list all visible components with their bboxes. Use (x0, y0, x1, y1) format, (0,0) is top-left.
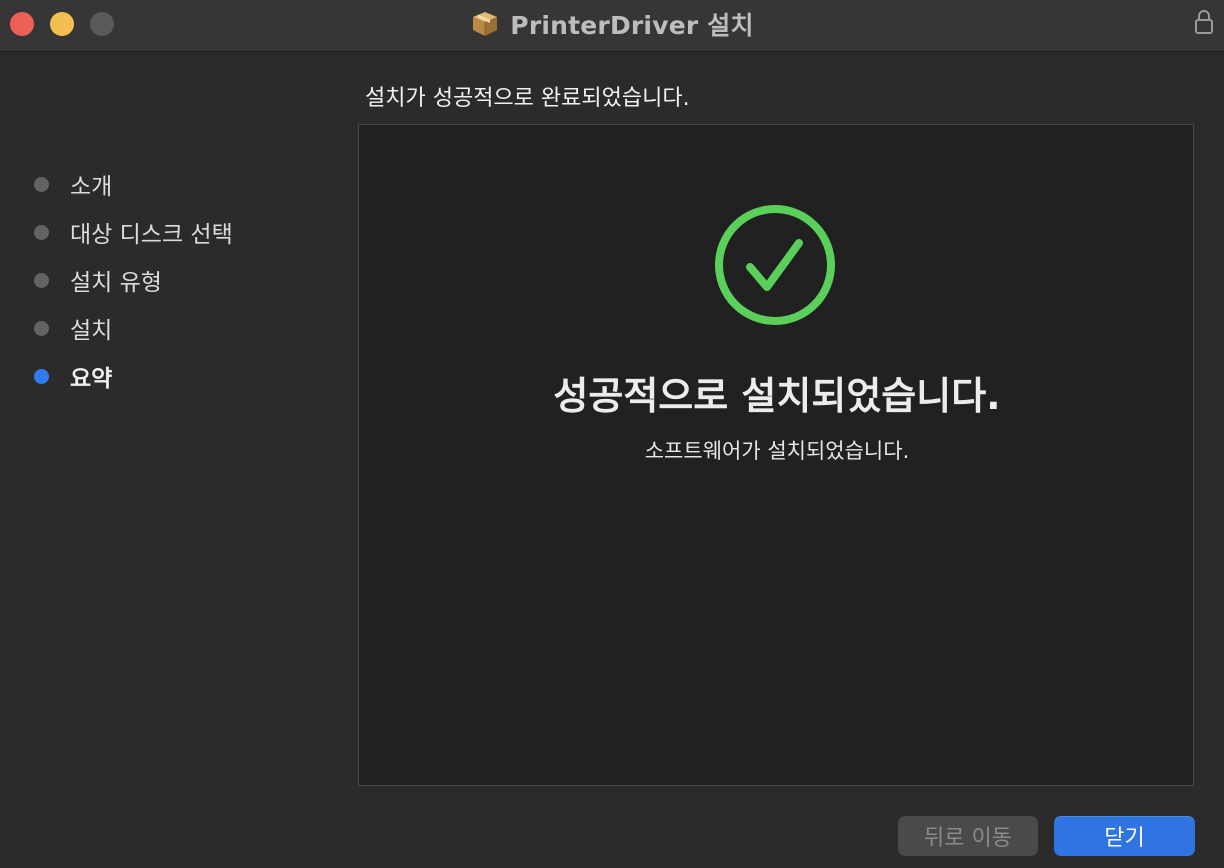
checkmark-circle-icon (715, 205, 835, 325)
success-message: 소프트웨어가 설치되었습니다. (644, 439, 910, 463)
window-title-group: PrinterDriver 설치 (0, 0, 1224, 48)
step-label: 설치 유형 (70, 270, 162, 296)
success-title: 성공적으로 설치되었습니다. (553, 374, 1001, 418)
step-label: 설치 (70, 318, 113, 344)
step-indicator (34, 224, 49, 240)
installer-window: PrinterDriver 설치 소개 대상 디스크 선택 설치 유형 설치 요… (0, 0, 1224, 868)
close-button[interactable]: 닫기 (1054, 816, 1195, 856)
step-installation-type: 설치 유형 (34, 265, 162, 296)
package-icon (473, 12, 498, 36)
step-label: 요약 (70, 366, 113, 392)
step-label: 대상 디스크 선택 (70, 222, 233, 248)
step-indicator-active (34, 368, 49, 384)
step-destination-select: 대상 디스크 선택 (34, 217, 233, 248)
step-summary: 요약 (34, 361, 113, 392)
lock-icon (1195, 10, 1213, 34)
installer-steps-sidebar: 소개 대상 디스크 선택 설치 유형 설치 요약 (0, 53, 340, 868)
status-heading: 설치가 성공적으로 완료되었습니다. (365, 86, 690, 111)
step-introduction: 소개 (34, 169, 113, 200)
step-indicator (34, 272, 49, 288)
step-label: 소개 (70, 174, 113, 200)
step-indicator (34, 176, 49, 192)
step-installation: 설치 (34, 313, 113, 344)
window-title: PrinterDriver 설치 (510, 11, 754, 40)
go-back-button[interactable]: 뒤로 이동 (898, 816, 1038, 856)
step-indicator (34, 320, 49, 336)
content-panel: 성공적으로 설치되었습니다. 소프트웨어가 설치되었습니다. (358, 124, 1194, 786)
title-bar[interactable]: PrinterDriver 설치 (0, 0, 1224, 52)
